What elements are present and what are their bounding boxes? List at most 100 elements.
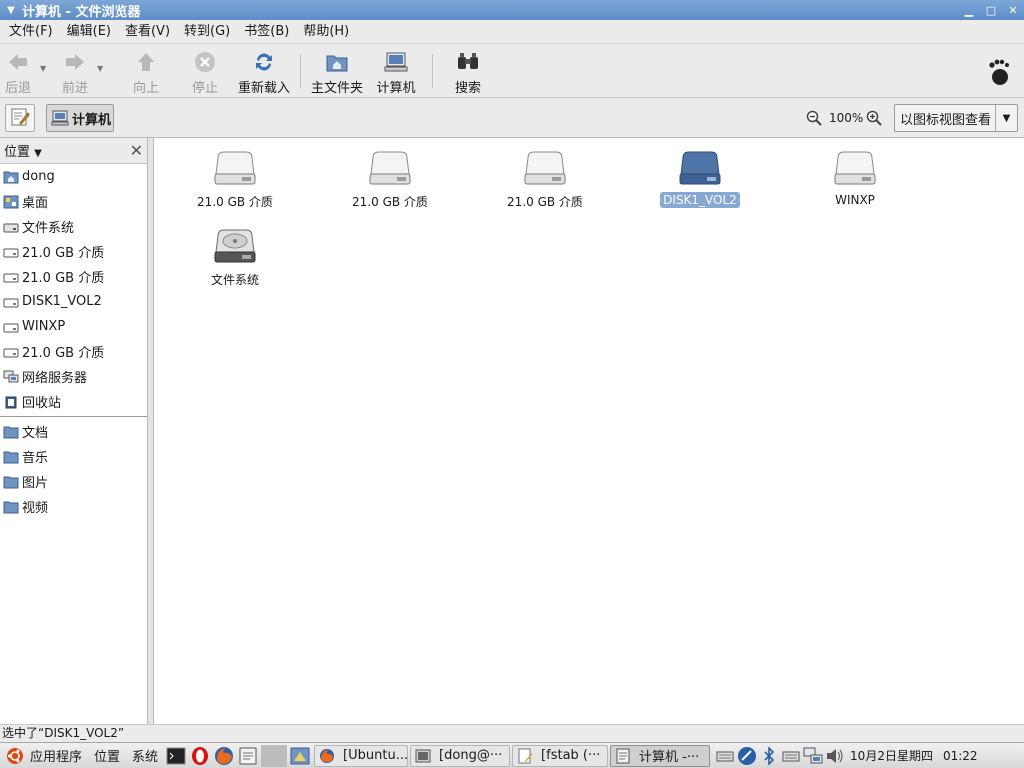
task-file-browser[interactable]: 计算机 -··· [610, 744, 711, 767]
file-item[interactable]: 21.0 GB 介质 [315, 150, 465, 211]
terminal-launcher[interactable] [165, 745, 187, 767]
chevron-down-icon: ▼ [40, 64, 47, 73]
caret-down-icon: ▼ [34, 148, 42, 159]
forward-button[interactable]: 前进 [60, 46, 90, 96]
maximize-button[interactable]: □ [980, 0, 1002, 20]
forward-history-dropdown[interactable]: ▼ [97, 46, 107, 96]
zoom-level-label[interactable]: 100% [829, 111, 863, 125]
sidebar-type-label: 位置 [4, 145, 31, 160]
zoom-out-button[interactable] [806, 110, 822, 129]
file-item[interactable]: 21.0 GB 介质 [160, 150, 310, 211]
sidebar-item-home[interactable]: dong [0, 164, 147, 189]
file-item[interactable]: WINXP [780, 150, 930, 208]
menu-file[interactable]: 文件(F) [2, 20, 60, 44]
keyboard-layout-icon[interactable] [781, 746, 801, 766]
zoom-in-button[interactable] [866, 110, 882, 129]
opera-launcher[interactable] [189, 745, 211, 767]
sidebar-item-filesystem[interactable]: 文件系统 [0, 214, 147, 239]
task-label: [dong@··· [439, 748, 503, 763]
bottom-panel: 应用程序 位置 系统 [Ubuntu... [dong@··· [fstab (… [0, 742, 1024, 768]
reload-icon [252, 50, 276, 74]
file-item[interactable]: 文件系统 [160, 228, 310, 289]
back-button[interactable]: 后退 [4, 46, 32, 96]
sidebar-item-videos[interactable]: 视频 [0, 494, 147, 519]
menu-go[interactable]: 转到(G) [177, 20, 237, 44]
status-bar: 选中了“DISK1_VOL2” [0, 724, 1024, 742]
computer-button[interactable]: 计算机 [374, 46, 418, 96]
up-arrow-icon [134, 50, 158, 74]
reload-button[interactable]: 重新载入 [236, 46, 292, 96]
clock-time: 01:22 [942, 749, 978, 763]
task-text-editor[interactable]: [fstab (··· [512, 744, 609, 767]
back-history-dropdown[interactable]: ▼ [40, 46, 50, 96]
sidebar-item-desktop[interactable]: 桌面 [0, 189, 147, 214]
drive-icon [834, 151, 876, 185]
update-notifier-icon[interactable] [737, 746, 757, 766]
task-terminal[interactable]: [dong@··· [410, 744, 511, 767]
chevron-down-icon[interactable]: ▼ [995, 105, 1017, 131]
workspace-switcher[interactable] [261, 744, 288, 767]
text-editor-icon [10, 107, 30, 130]
computer-label: 计算机 [376, 81, 416, 96]
sidebar-item-music[interactable]: 音乐 [0, 444, 147, 469]
task-firefox[interactable]: [Ubuntu... [314, 744, 409, 767]
window-menu-icon[interactable]: ▼ [0, 5, 22, 16]
sidebar-item-trash[interactable]: 回收站 [0, 389, 147, 414]
view-mode-label: 以图标视图查看 [900, 112, 992, 128]
toolbar-separator [432, 54, 433, 88]
menu-bar: 文件(F) 编辑(E) 查看(V) 转到(G) 书签(B) 帮助(H) [0, 20, 1024, 44]
path-button-computer[interactable]: 计算机 [46, 104, 114, 132]
file-item-label: 21.0 GB 介质 [507, 195, 583, 209]
sidebar-item-documents[interactable]: 文档 [0, 419, 147, 444]
bluetooth-icon[interactable] [759, 746, 779, 766]
file-item-selected[interactable]: DISK1_VOL2 [625, 150, 775, 208]
places-list: dong 桌面 文件系统 21.0 GB 介质 21.0 GB 介质 DISK1… [0, 164, 147, 414]
view-mode-select[interactable]: 以图标视图查看 ▼ [894, 104, 1018, 132]
up-button[interactable]: 向上 [130, 46, 162, 96]
panel-clock[interactable]: 10月2日星期四 01:22 [850, 747, 978, 764]
computer-icon [384, 50, 408, 74]
menu-view[interactable]: 查看(V) [118, 20, 177, 44]
home-button[interactable]: 主文件夹 [310, 46, 364, 96]
file-item[interactable]: 21.0 GB 介质 [470, 150, 620, 211]
firefox-icon [320, 748, 335, 763]
terminal-icon [415, 749, 431, 762]
sidebar-item-disk1-vol2[interactable]: DISK1_VOL2 [0, 289, 147, 314]
icon-view[interactable]: 21.0 GB 介质 21.0 GB 介质 21.0 GB 介质 DISK1_V… [154, 138, 1024, 724]
task-label: [fstab (··· [541, 748, 601, 763]
sidebar-item-drive-2[interactable]: 21.0 GB 介质 [0, 264, 147, 289]
sidebar-item-label: 网络服务器 [22, 371, 88, 386]
sidebar-item-winxp[interactable]: WINXP [0, 314, 147, 339]
status-text: 选中了“DISK1_VOL2” [2, 726, 125, 740]
sidebar-item-drive-1[interactable]: 21.0 GB 介质 [0, 239, 147, 264]
minimize-button[interactable]: ▁ [958, 0, 980, 20]
close-sidebar-button[interactable]: ✕ [130, 141, 143, 160]
window-title-bar[interactable]: ▼ 计算机 - 文件浏览器 ▁ □ ✕ [0, 0, 1024, 20]
network-icon[interactable] [803, 746, 823, 766]
sidebar-item-pictures[interactable]: 图片 [0, 469, 147, 494]
stop-button[interactable]: 停止 [190, 46, 220, 96]
sidebar-item-network[interactable]: 网络服务器 [0, 364, 147, 389]
show-desktop-button[interactable] [289, 745, 311, 767]
menu-edit[interactable]: 编辑(E) [60, 20, 118, 44]
toggle-location-entry-button[interactable] [5, 104, 35, 132]
chevron-down-icon: ▼ [97, 64, 104, 73]
search-button[interactable]: 搜索 [452, 46, 484, 96]
system-menu[interactable]: 系统 [126, 743, 164, 768]
firefox-launcher[interactable] [213, 745, 235, 767]
applications-menu[interactable]: 应用程序 [0, 743, 88, 768]
firefox-icon [215, 746, 234, 765]
sidebar-type-select[interactable]: 位置 ▼ [4, 141, 42, 160]
opera-icon [192, 746, 209, 765]
drive-icon [3, 273, 19, 282]
places-menu[interactable]: 位置 [88, 743, 126, 768]
file-browser-launcher[interactable] [237, 745, 259, 767]
menu-help[interactable]: 帮助(H) [296, 20, 356, 44]
keyboard-icon[interactable] [715, 746, 735, 766]
zoom-in-icon [866, 110, 882, 126]
menu-bookmarks[interactable]: 书签(B) [237, 20, 296, 44]
close-button[interactable]: ✕ [1002, 0, 1024, 20]
sidebar-item-label: 桌面 [22, 196, 49, 211]
sidebar-item-drive-3[interactable]: 21.0 GB 介质 [0, 339, 147, 364]
volume-icon[interactable] [825, 746, 845, 766]
